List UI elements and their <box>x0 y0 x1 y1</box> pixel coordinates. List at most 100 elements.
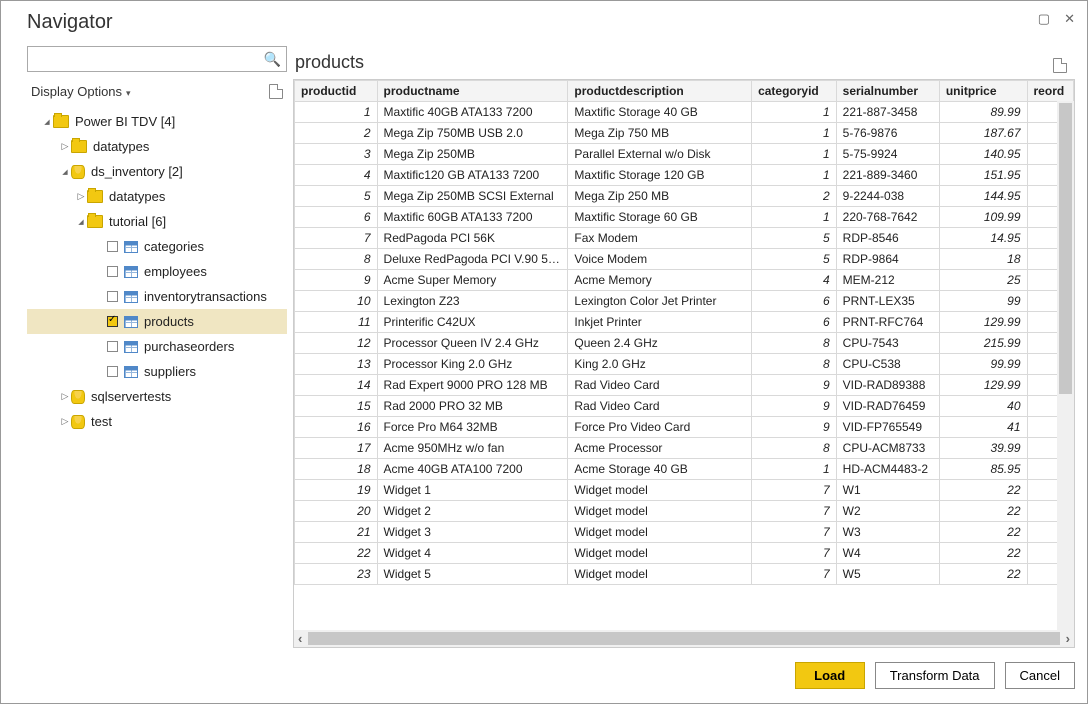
expand-arrow-icon[interactable]: ▷ <box>59 391 71 402</box>
preview-panel: products productidproductnameproductdesc… <box>293 46 1075 648</box>
tree-item-ds-inventory-2-[interactable]: ◢ds_inventory [2] <box>27 159 287 184</box>
tree-item-power-bi-tdv-4-[interactable]: ◢Power BI TDV [4] <box>27 109 287 134</box>
table-row[interactable]: 9Acme Super MemoryAcme Memory4MEM-21225 <box>295 270 1074 291</box>
scroll-left-icon[interactable]: ‹ <box>298 631 302 646</box>
table-row[interactable]: 8Deluxe RedPagoda PCI V.90 56KVoice Mode… <box>295 249 1074 270</box>
checkbox[interactable] <box>107 266 118 277</box>
table-row[interactable]: 4Maxtific120 GB ATA133 7200Maxtific Stor… <box>295 165 1074 186</box>
preview-title: products <box>295 52 364 73</box>
preview-options-icon[interactable] <box>1053 58 1067 73</box>
checkbox[interactable] <box>107 366 118 377</box>
tree-label: employees <box>144 264 207 279</box>
cell: Processor King 2.0 GHz <box>377 354 568 375</box>
cell: 12 <box>295 333 378 354</box>
cell: 7 <box>752 480 837 501</box>
tree-item-datatypes[interactable]: ▷datatypes <box>27 134 287 159</box>
table-row[interactable]: 5Mega Zip 250MB SCSI ExternalMega Zip 25… <box>295 186 1074 207</box>
cell: Widget 5 <box>377 564 568 585</box>
table-row[interactable]: 14Rad Expert 9000 PRO 128 MBRad Video Ca… <box>295 375 1074 396</box>
cell: 18 <box>295 459 378 480</box>
cell: Lexington Z23 <box>377 291 568 312</box>
checkbox[interactable] <box>107 241 118 252</box>
tree-item-employees[interactable]: employees <box>27 259 287 284</box>
table-row[interactable]: 18Acme 40GB ATA100 7200Acme Storage 40 G… <box>295 459 1074 480</box>
tree-label: purchaseorders <box>144 339 234 354</box>
maximize-icon[interactable]: ▢ <box>1038 11 1050 27</box>
expand-arrow-icon[interactable]: ◢ <box>59 168 71 176</box>
tree-item-purchaseorders[interactable]: purchaseorders <box>27 334 287 359</box>
column-header-reord[interactable]: reord <box>1027 81 1073 102</box>
table-row[interactable]: 6Maxtific 60GB ATA133 7200Maxtific Stora… <box>295 207 1074 228</box>
table-row[interactable]: 20Widget 2Widget model7W222 <box>295 501 1074 522</box>
close-icon[interactable]: ✕ <box>1064 11 1075 27</box>
cell: 129.99 <box>939 312 1027 333</box>
cell: Widget model <box>568 501 752 522</box>
horizontal-scrollbar[interactable]: ‹ › <box>294 630 1074 647</box>
expand-arrow-icon[interactable]: ◢ <box>41 118 53 126</box>
checkbox[interactable] <box>107 341 118 352</box>
column-header-serialnumber[interactable]: serialnumber <box>836 81 939 102</box>
expand-arrow-icon[interactable]: ▷ <box>59 141 71 152</box>
scroll-right-icon[interactable]: › <box>1066 631 1070 646</box>
tree-item-inventorytransactions[interactable]: inventorytransactions <box>27 284 287 309</box>
table-icon <box>124 241 138 253</box>
tree-item-suppliers[interactable]: suppliers <box>27 359 287 384</box>
cell: VID-RAD89388 <box>836 375 939 396</box>
table-row[interactable]: 22Widget 4Widget model7W422 <box>295 543 1074 564</box>
column-header-categoryid[interactable]: categoryid <box>752 81 837 102</box>
cell: 1 <box>752 165 837 186</box>
expand-arrow-icon[interactable]: ▷ <box>75 191 87 202</box>
tree-item-products[interactable]: products <box>27 309 287 334</box>
table-row[interactable]: 1Maxtific 40GB ATA133 7200Maxtific Stora… <box>295 102 1074 123</box>
cell: 109.99 <box>939 207 1027 228</box>
cell: 5-75-9924 <box>836 144 939 165</box>
cell: Rad Expert 9000 PRO 128 MB <box>377 375 568 396</box>
table-row[interactable]: 15Rad 2000 PRO 32 MBRad Video Card9VID-R… <box>295 396 1074 417</box>
cell: Acme 950MHz w/o fan <box>377 438 568 459</box>
checkbox[interactable] <box>107 316 118 327</box>
expand-arrow-icon[interactable]: ◢ <box>75 218 87 226</box>
table-row[interactable]: 2Mega Zip 750MB USB 2.0Mega Zip 750 MB15… <box>295 123 1074 144</box>
cell: 9 <box>752 417 837 438</box>
vertical-scrollbar[interactable] <box>1057 101 1074 630</box>
column-header-productid[interactable]: productid <box>295 81 378 102</box>
refresh-icon[interactable] <box>269 84 283 99</box>
cell: 11 <box>295 312 378 333</box>
tree-item-categories[interactable]: categories <box>27 234 287 259</box>
table-row[interactable]: 16Force Pro M64 32MBForce Pro Video Card… <box>295 417 1074 438</box>
cell: 19 <box>295 480 378 501</box>
table-row[interactable]: 10Lexington Z23Lexington Color Jet Print… <box>295 291 1074 312</box>
column-header-productname[interactable]: productname <box>377 81 568 102</box>
tree-item-datatypes[interactable]: ▷ datatypes <box>27 184 287 209</box>
cell: Lexington Color Jet Printer <box>568 291 752 312</box>
cell: 7 <box>752 501 837 522</box>
table-row[interactable]: 23Widget 5Widget model7W522 <box>295 564 1074 585</box>
cell: Widget model <box>568 522 752 543</box>
cancel-button[interactable]: Cancel <box>1005 662 1075 689</box>
table-row[interactable]: 11Printerific C42UXInkjet Printer6PRNT-R… <box>295 312 1074 333</box>
column-header-unitprice[interactable]: unitprice <box>939 81 1027 102</box>
table-row[interactable]: 12Processor Queen IV 2.4 GHzQueen 2.4 GH… <box>295 333 1074 354</box>
table-row[interactable]: 13Processor King 2.0 GHzKing 2.0 GHz8CPU… <box>295 354 1074 375</box>
transform-data-button[interactable]: Transform Data <box>875 662 995 689</box>
column-header-productdescription[interactable]: productdescription <box>568 81 752 102</box>
tree-label: datatypes <box>109 189 165 204</box>
cell: 221-887-3458 <box>836 102 939 123</box>
tree-item-sqlservertests[interactable]: ▷sqlservertests <box>27 384 287 409</box>
cell: Maxtific 40GB ATA133 7200 <box>377 102 568 123</box>
cell: Fax Modem <box>568 228 752 249</box>
table-row[interactable]: 3Mega Zip 250MBParallel External w/o Dis… <box>295 144 1074 165</box>
checkbox[interactable] <box>107 291 118 302</box>
table-row[interactable]: 7RedPagoda PCI 56KFax Modem5RDP-854614.9… <box>295 228 1074 249</box>
load-button[interactable]: Load <box>795 662 865 689</box>
cell: 21 <box>295 522 378 543</box>
search-input[interactable] <box>27 46 287 72</box>
table-row[interactable]: 17Acme 950MHz w/o fanAcme Processor8CPU-… <box>295 438 1074 459</box>
tree-item-tutorial-6-[interactable]: ◢tutorial [6] <box>27 209 287 234</box>
table-row[interactable]: 19Widget 1Widget model7W122 <box>295 480 1074 501</box>
display-options-button[interactable]: Display Options▾ <box>31 84 131 99</box>
table-row[interactable]: 21Widget 3Widget model7W322 <box>295 522 1074 543</box>
cell: 22 <box>939 543 1027 564</box>
tree-item-test[interactable]: ▷test <box>27 409 287 434</box>
expand-arrow-icon[interactable]: ▷ <box>59 416 71 427</box>
